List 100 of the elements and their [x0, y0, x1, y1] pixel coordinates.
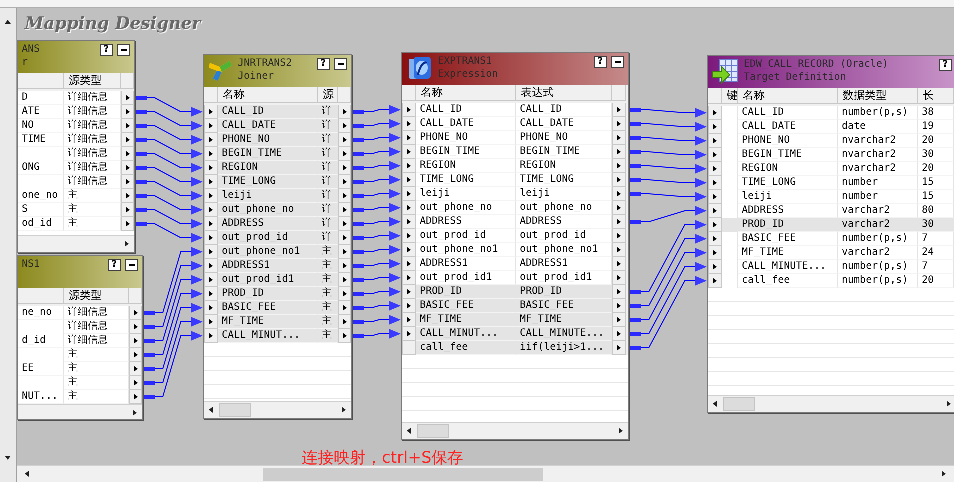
port-cell[interactable]	[204, 231, 218, 245]
port-cell[interactable]	[708, 274, 722, 288]
port-cell[interactable]	[338, 203, 351, 217]
transformation-panel[interactable]	[707, 55, 954, 413]
port-cell[interactable]	[121, 161, 134, 175]
port-cell[interactable]	[708, 106, 722, 120]
port-cell[interactable]	[708, 148, 722, 162]
transformation-panel[interactable]	[401, 52, 629, 440]
port-cell[interactable]	[204, 175, 218, 189]
port-cell[interactable]	[129, 320, 142, 334]
column-header[interactable]: 表达式	[516, 85, 612, 101]
port-cell[interactable]	[402, 145, 416, 159]
port-cell[interactable]	[204, 245, 218, 259]
column-header[interactable]: 名称	[416, 85, 516, 101]
port-cell[interactable]	[338, 287, 351, 301]
port-cell[interactable]	[129, 362, 142, 376]
port-cell[interactable]	[612, 313, 626, 327]
port-cell[interactable]	[121, 91, 134, 105]
port-cell[interactable]	[121, 217, 134, 231]
port-cell[interactable]	[612, 173, 626, 187]
port-cell[interactable]	[338, 273, 351, 287]
port-cell[interactable]	[121, 189, 134, 203]
port-cell[interactable]	[402, 103, 416, 117]
port-cell[interactable]	[402, 257, 416, 271]
port-cell[interactable]	[204, 147, 218, 161]
port-cell[interactable]	[121, 203, 134, 217]
minimize-button[interactable]	[334, 58, 347, 70]
port-cell[interactable]	[402, 173, 416, 187]
port-cell[interactable]	[402, 341, 416, 355]
column-header[interactable]: 长	[918, 88, 954, 104]
port-cell[interactable]	[338, 175, 351, 189]
port-cell[interactable]	[708, 120, 722, 134]
port-cell[interactable]	[708, 190, 722, 204]
port-cell[interactable]	[708, 162, 722, 176]
column-header[interactable]: 名称	[738, 88, 838, 104]
port-cell[interactable]	[204, 273, 218, 287]
column-header[interactable]: 数据类型	[838, 88, 918, 104]
port-cell[interactable]	[708, 246, 722, 260]
help-button[interactable]: ?	[939, 59, 952, 71]
help-button[interactable]: ?	[317, 58, 330, 70]
port-cell[interactable]	[204, 189, 218, 203]
port-cell[interactable]	[402, 243, 416, 257]
port-cell[interactable]	[402, 131, 416, 145]
port-cell[interactable]	[402, 229, 416, 243]
port-cell[interactable]	[708, 176, 722, 190]
port-cell[interactable]	[338, 231, 351, 245]
port-cell[interactable]	[338, 329, 351, 343]
port-cell[interactable]	[338, 189, 351, 203]
port-cell[interactable]	[402, 299, 416, 313]
port-cell[interactable]	[612, 117, 626, 131]
port-cell[interactable]	[338, 119, 351, 133]
port-cell[interactable]	[402, 313, 416, 327]
scroll-thumb[interactable]	[417, 424, 449, 438]
column-header[interactable]: 源类型	[64, 73, 121, 89]
port-cell[interactable]	[708, 260, 722, 274]
port-cell[interactable]	[204, 315, 218, 329]
horizontal-scrollbar[interactable]	[204, 401, 351, 418]
port-cell[interactable]	[129, 390, 142, 404]
column-header[interactable]: 源	[318, 87, 338, 103]
port-cell[interactable]	[612, 187, 626, 201]
port-cell[interactable]	[612, 145, 626, 159]
port-cell[interactable]	[338, 315, 351, 329]
port-cell[interactable]	[612, 285, 626, 299]
transformation-panel[interactable]: NS1 ? 源类型 ne_no 详细信息 详细信息 d_id 详细信息 主 EE 主 主 NUT... 主	[17, 255, 143, 420]
horizontal-scrollbar[interactable]	[18, 404, 142, 419]
port-cell[interactable]	[612, 243, 626, 257]
minimize-button[interactable]	[117, 44, 130, 56]
column-header[interactable]: 名称	[218, 87, 318, 103]
scroll-thumb[interactable]	[723, 397, 755, 411]
port-cell[interactable]	[121, 105, 134, 119]
vertical-scrollbar[interactable]	[0, 8, 17, 482]
port-cell[interactable]	[402, 327, 416, 341]
scroll-thumb[interactable]	[219, 403, 251, 417]
port-cell[interactable]	[612, 201, 626, 215]
port-cell[interactable]	[612, 131, 626, 145]
port-cell[interactable]	[402, 187, 416, 201]
port-cell[interactable]	[121, 133, 134, 147]
port-cell[interactable]	[129, 376, 142, 390]
port-cell[interactable]	[338, 259, 351, 273]
help-button[interactable]: ?	[100, 44, 113, 56]
port-cell[interactable]	[402, 159, 416, 173]
port-cell[interactable]	[121, 147, 134, 161]
port-cell[interactable]	[338, 161, 351, 175]
port-cell[interactable]	[612, 215, 626, 229]
port-cell[interactable]	[204, 203, 218, 217]
port-cell[interactable]	[338, 245, 351, 259]
port-cell[interactable]	[204, 161, 218, 175]
port-cell[interactable]	[612, 299, 626, 313]
port-cell[interactable]	[204, 259, 218, 273]
port-cell[interactable]	[204, 119, 218, 133]
port-cell[interactable]	[338, 105, 351, 119]
port-cell[interactable]	[338, 147, 351, 161]
port-cell[interactable]	[612, 341, 626, 355]
port-cell[interactable]	[204, 329, 218, 343]
horizontal-scrollbar[interactable]	[708, 395, 954, 412]
port-cell[interactable]	[402, 215, 416, 229]
port-cell[interactable]	[338, 133, 351, 147]
port-cell[interactable]	[338, 301, 351, 315]
minimize-button[interactable]	[125, 259, 138, 271]
column-header[interactable]: 源类型	[64, 288, 129, 304]
